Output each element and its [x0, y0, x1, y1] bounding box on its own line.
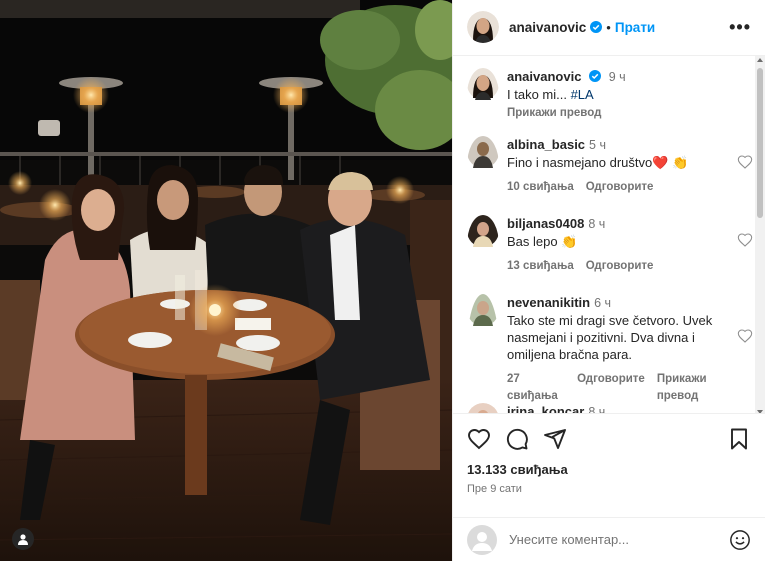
tagged-users-button[interactable]: [12, 528, 34, 550]
comment-likes[interactable]: 10 свиђања: [507, 179, 574, 196]
verified-icon: [589, 69, 602, 82]
comment-time[interactable]: 8 ч: [588, 405, 605, 413]
comment-item: nevenanikitin 6 ч Tako ste mi dragi sve č…: [467, 293, 739, 405]
comment-time[interactable]: 6 ч: [594, 296, 611, 310]
follow-button[interactable]: Прати: [615, 20, 655, 35]
avatar-image: [467, 214, 499, 247]
comment-item: irina_koncar 8 ч: [467, 402, 751, 413]
caption: anaivanovic 9 ч I tako mi... #LA Прикажи…: [467, 67, 751, 122]
like-heart-icon[interactable]: [467, 427, 491, 451]
comment-reply-link[interactable]: Одговорите: [577, 371, 645, 405]
like-comment-heart-icon[interactable]: [737, 328, 753, 344]
separator-dot: •: [606, 19, 611, 35]
comment-reply-link[interactable]: Одговорите: [586, 258, 654, 275]
post-actions: 13.133 свиђања Пре 9 сати: [453, 412, 765, 517]
comment-input[interactable]: Унесите коментар...: [509, 532, 729, 547]
comment-likes[interactable]: 27 свиђања: [507, 371, 565, 405]
commenter-avatar[interactable]: [467, 293, 499, 405]
caption-avatar[interactable]: [467, 67, 499, 122]
comment-text: Bas lepo 👏: [507, 233, 578, 249]
save-bookmark-icon[interactable]: [727, 427, 751, 451]
commenter-avatar[interactable]: [467, 214, 499, 275]
post-side-panel: anaivanovic • Прати ••• anaivanovic 9 ч …: [452, 0, 765, 561]
avatar-image: [467, 11, 499, 44]
avatar-image: [468, 402, 498, 413]
caption-translate-link[interactable]: Прикажи превод: [507, 105, 751, 122]
emoji-icon[interactable]: [729, 529, 751, 551]
post-time-ago[interactable]: Пре 9 сати: [467, 483, 751, 495]
more-options-button[interactable]: •••: [729, 17, 751, 38]
likes-count[interactable]: 13.133 свиђања: [467, 462, 751, 477]
comment-item: albina_basic 5 ч Fino i nasmejano društvo…: [467, 135, 751, 196]
avatar-image: [467, 293, 499, 326]
author-avatar[interactable]: [467, 11, 499, 44]
share-send-icon[interactable]: [543, 427, 567, 451]
comment-time[interactable]: 8 ч: [588, 217, 605, 231]
caption-time[interactable]: 9 ч: [609, 70, 626, 84]
scroll-thumb[interactable]: [757, 67, 763, 218]
scroll-up-arrow-icon[interactable]: [757, 57, 763, 62]
comment-username[interactable]: albina_basic: [507, 137, 585, 152]
caption-text: I tako mi...: [507, 86, 571, 102]
commenter-avatar[interactable]: [467, 135, 499, 196]
comment-translate-link[interactable]: Прикажи превод: [657, 371, 739, 405]
caption-hashtag[interactable]: #LA: [571, 87, 594, 102]
comments-scrollbar[interactable]: [755, 55, 765, 413]
commenter-avatar[interactable]: [467, 402, 499, 413]
author-username[interactable]: anaivanovic: [509, 20, 586, 35]
comment-username[interactable]: nevenanikitin: [507, 295, 590, 310]
restaurant-photo: [0, 0, 452, 561]
avatar-image: [467, 135, 499, 168]
comment-time[interactable]: 5 ч: [589, 138, 606, 152]
comment-username[interactable]: irina_koncar: [507, 404, 584, 413]
user-avatar-placeholder-icon: [467, 524, 497, 555]
comments-list[interactable]: anaivanovic 9 ч I tako mi... #LA Прикажи…: [453, 55, 765, 413]
post-photo[interactable]: [0, 0, 452, 561]
comment-text: Tako ste mi dragi sve četvoro. Uvek nasm…: [507, 312, 713, 362]
instagram-post: anaivanovic • Прати ••• anaivanovic 9 ч …: [0, 0, 765, 561]
scroll-down-arrow-icon[interactable]: [757, 409, 763, 413]
comment-text: Fino i nasmejano društvo❤️ 👏: [507, 154, 689, 170]
like-comment-heart-icon[interactable]: [737, 154, 753, 170]
verified-icon: [590, 21, 603, 34]
comment-likes[interactable]: 13 свиђања: [507, 258, 574, 275]
comment-username[interactable]: biljanas0408: [507, 216, 584, 231]
like-comment-heart-icon[interactable]: [737, 232, 753, 248]
user-icon: [18, 534, 28, 545]
comment-item: biljanas0408 8 ч Bas lepo 👏 13 свиђања Од…: [467, 214, 751, 275]
comment-reply-link[interactable]: Одговорите: [586, 179, 654, 196]
caption-username[interactable]: anaivanovic: [507, 69, 581, 84]
add-comment-bar: Унесите коментар...: [453, 517, 765, 561]
comment-bubble-icon[interactable]: [505, 427, 529, 451]
avatar-image: [467, 67, 499, 100]
post-header: anaivanovic • Прати •••: [453, 0, 765, 56]
